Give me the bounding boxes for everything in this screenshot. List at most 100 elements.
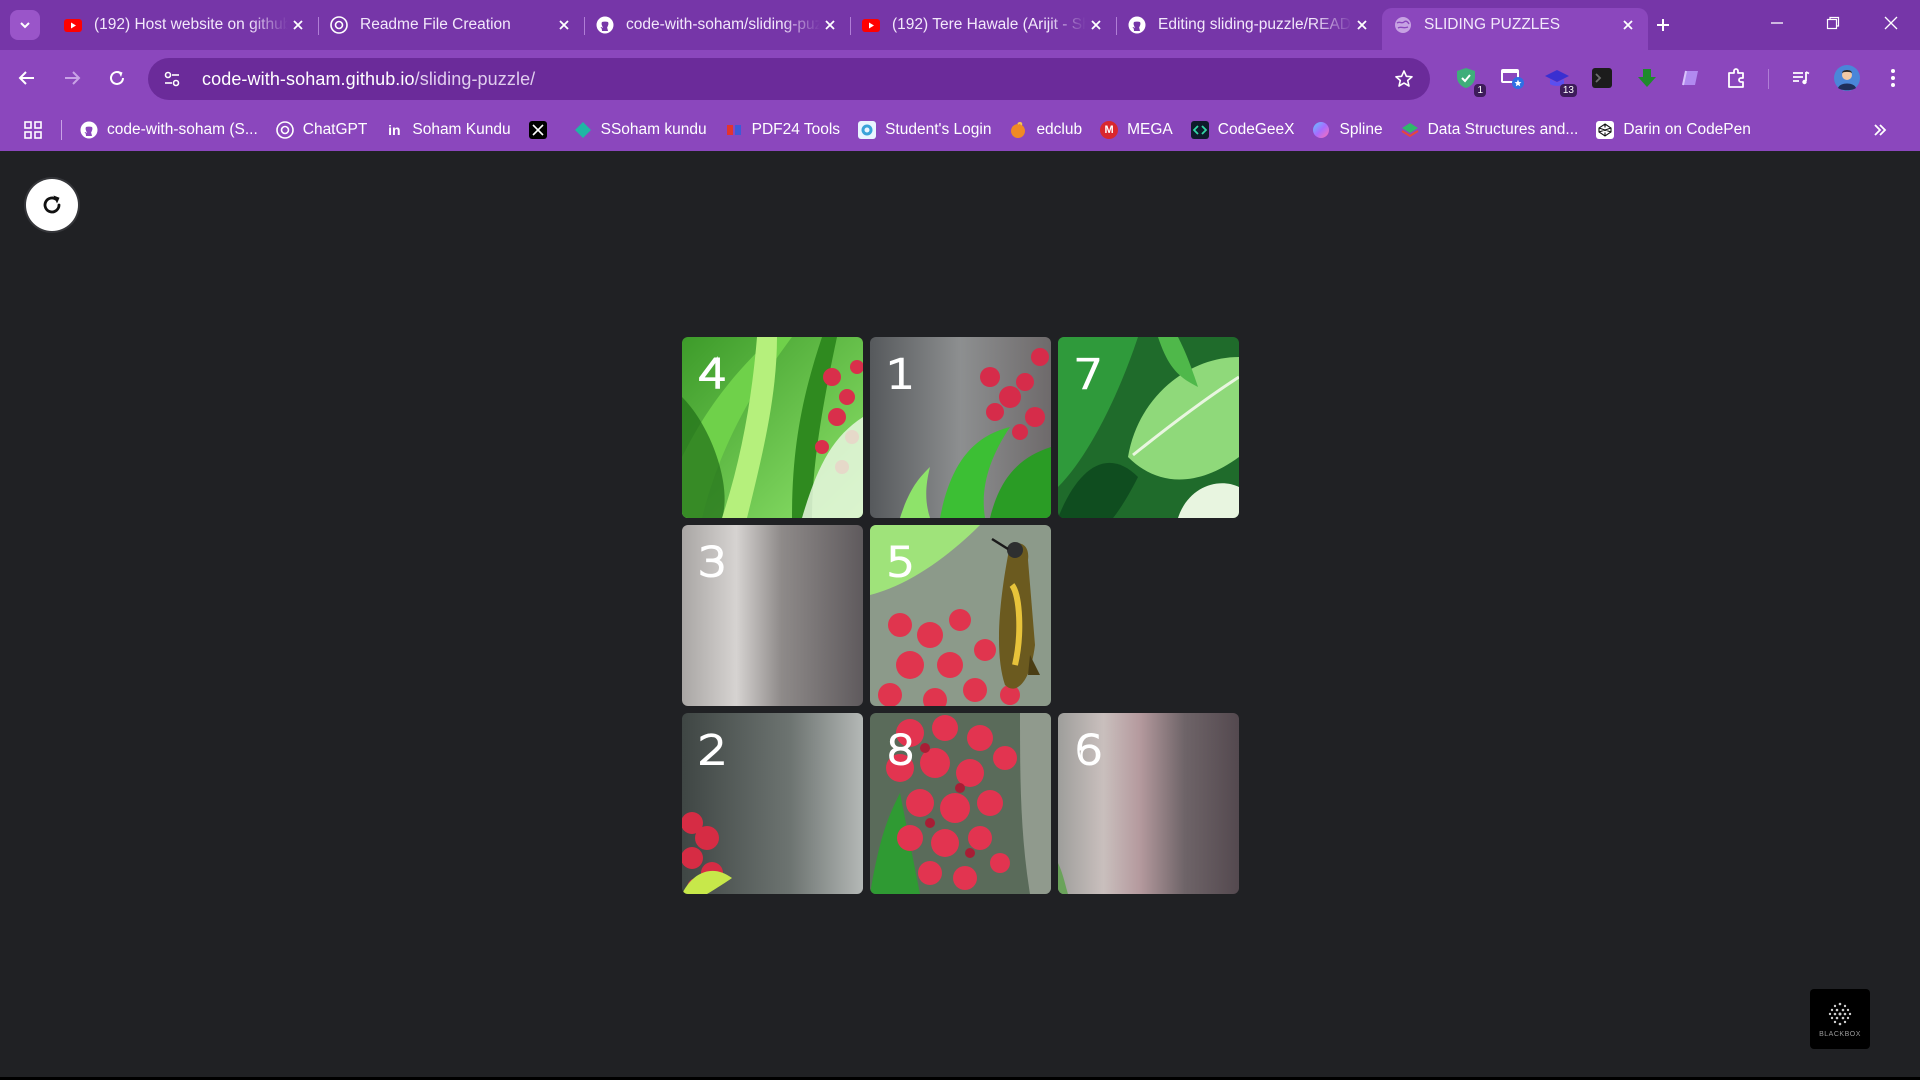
bookmark-label: PDF24 Tools (751, 120, 841, 138)
codegeex-icon (1190, 120, 1209, 139)
close-icon[interactable] (820, 15, 840, 35)
tab-editing-readme[interactable]: Editing sliding-puzzle/README (1116, 8, 1382, 42)
tile-number: 1 (885, 352, 917, 398)
url-path: /sliding-puzzle/ (414, 68, 536, 89)
puzzle-tile[interactable]: 5 (870, 525, 1051, 706)
page-content: 4 1 7 3 5 2 8 6 BLACKBOX (0, 151, 1920, 1080)
download-extension-icon[interactable] (1633, 64, 1661, 92)
shield-extension-icon[interactable]: 1 (1452, 64, 1486, 97)
bookmark-edclub[interactable]: edclub (1001, 115, 1092, 145)
close-icon[interactable] (1618, 15, 1638, 35)
close-icon[interactable] (1086, 15, 1106, 35)
close-icon[interactable] (1352, 15, 1372, 35)
toolbar-separator (1768, 69, 1769, 89)
x-icon (528, 120, 547, 139)
bookmark-label: Spline (1339, 120, 1383, 138)
kebab-menu-icon (1891, 69, 1895, 87)
puzzle-tile[interactable]: 3 (682, 525, 863, 706)
puzzle-extensions-icon[interactable] (1722, 64, 1750, 92)
pdf24-icon (725, 121, 743, 139)
puzzle-board: 4 1 7 3 5 2 8 6 (682, 337, 1240, 895)
tile-number: 5 (885, 540, 917, 586)
url-text[interactable]: code-with-soham.github.io/sliding-puzzle… (202, 69, 535, 90)
tab-code-with-soham-repo[interactable]: code-with-soham/sliding-puzzle (584, 8, 850, 42)
close-icon[interactable] (288, 15, 308, 35)
bookmark-code-with-soham[interactable]: code-with-soham (S... (72, 115, 268, 145)
reload-icon (110, 70, 124, 85)
bookmark-label: ChatGPT (302, 120, 368, 138)
bookmark-codegeex[interactable]: CodeGeeX (1183, 115, 1305, 145)
puzzle-tile[interactable]: 2 (682, 713, 863, 894)
chatgpt-icon (330, 16, 348, 34)
bookmark-data-structures[interactable]: Data Structures and... (1393, 115, 1589, 145)
apps-button[interactable] (19, 116, 47, 144)
reload-button[interactable] (101, 62, 133, 94)
address-bar[interactable]: code-with-soham.github.io/sliding-puzzle… (148, 58, 1430, 100)
bookmark-students-login[interactable]: Student's Login (850, 115, 1001, 145)
puzzle-tile[interactable]: 4 (682, 337, 863, 518)
puzzle-tile[interactable]: 6 (1058, 713, 1239, 894)
bookmark-mega[interactable]: M MEGA (1092, 115, 1183, 145)
star-icon (1395, 70, 1413, 87)
bookmark-spline[interactable]: Spline (1304, 115, 1392, 145)
tile-number: 7 (1073, 352, 1105, 398)
bookmark-label: edclub (1036, 120, 1083, 138)
blackbox-logo-icon (1828, 1002, 1852, 1025)
bookmarks-separator (61, 119, 62, 140)
linkedin-icon: in (388, 121, 401, 138)
restore-button[interactable] (1805, 0, 1861, 46)
gem-extension-icon[interactable] (1677, 64, 1705, 92)
tab-title: Editing sliding-puzzle/README (1158, 16, 1352, 33)
profile-avatar[interactable] (1833, 64, 1861, 92)
back-button[interactable] (11, 62, 43, 94)
minimize-icon (1771, 22, 1783, 24)
plus-icon (1657, 19, 1669, 31)
forward-button[interactable] (56, 62, 88, 94)
student-icon (858, 120, 877, 139)
tab-tere-hawale[interactable]: (192) Tere Hawale (Arijit - Shilpa (850, 8, 1116, 42)
close-icon[interactable] (554, 15, 574, 35)
window-extension-icon[interactable] (1498, 64, 1526, 92)
bookmark-chatgpt[interactable]: ChatGPT (268, 115, 378, 145)
chevron-down-icon (20, 22, 30, 29)
extension-badge: 13 (1559, 84, 1577, 97)
tab-title: (192) Tere Hawale (Arijit - Shilpa (892, 16, 1086, 33)
double-chevron-right-icon (1874, 124, 1887, 136)
minimize-button[interactable] (1749, 0, 1805, 46)
tab-host-website[interactable]: (192) Host website on github (52, 8, 318, 42)
puzzle-tile[interactable]: 1 (870, 337, 1051, 518)
tile-number: 2 (697, 728, 729, 774)
terminal-extension-icon[interactable] (1588, 64, 1616, 92)
bookmark-soham-kundu-linkedin[interactable]: in Soham Kundu (377, 115, 520, 145)
blackbox-widget[interactable]: BLACKBOX (1810, 989, 1870, 1049)
puzzle-tile[interactable]: 8 (870, 713, 1051, 894)
tab-search-button[interactable] (10, 10, 40, 40)
media-controls-icon[interactable] (1787, 64, 1815, 92)
bookmark-star-button[interactable] (1392, 67, 1416, 91)
more-bookmarks-button[interactable] (1866, 116, 1894, 144)
bookmark-darin-on-codepen[interactable]: Darin on CodePen (1588, 115, 1761, 145)
bookmark-label: MEGA (1127, 120, 1173, 138)
tab-title: (192) Host website on github (94, 16, 288, 33)
new-tab-button[interactable] (1648, 10, 1678, 40)
restore-icon (1826, 16, 1840, 30)
bookmark-ssoham-kundu[interactable]: SSoham kundu (566, 115, 717, 145)
puzzle-tile[interactable]: 7 (1058, 337, 1239, 518)
github-icon (1128, 16, 1146, 34)
diamond-icon (574, 121, 592, 139)
hat-extension-icon[interactable]: 13 (1543, 64, 1577, 97)
tab-title: Readme File Creation (360, 16, 511, 33)
bookmark-x[interactable] (521, 115, 566, 145)
watermark-text: BLACKBOX (1819, 1030, 1861, 1038)
shuffle-button[interactable] (26, 179, 78, 231)
tab-sliding-puzzles[interactable]: SLIDING PUZZLES (1382, 8, 1648, 50)
browser-menu-button[interactable] (1879, 64, 1907, 92)
tune-icon (164, 71, 180, 87)
close-window-button[interactable] (1863, 0, 1919, 46)
browser-toolbar: code-with-soham.github.io/sliding-puzzle… (0, 50, 1920, 108)
bookmark-pdf24-tools[interactable]: PDF24 Tools (717, 115, 850, 145)
tile-number: 6 (1073, 728, 1105, 774)
site-info-button[interactable] (156, 63, 188, 95)
tab-readme-file-creation[interactable]: Readme File Creation (318, 8, 584, 42)
tile-number: 4 (697, 352, 729, 398)
